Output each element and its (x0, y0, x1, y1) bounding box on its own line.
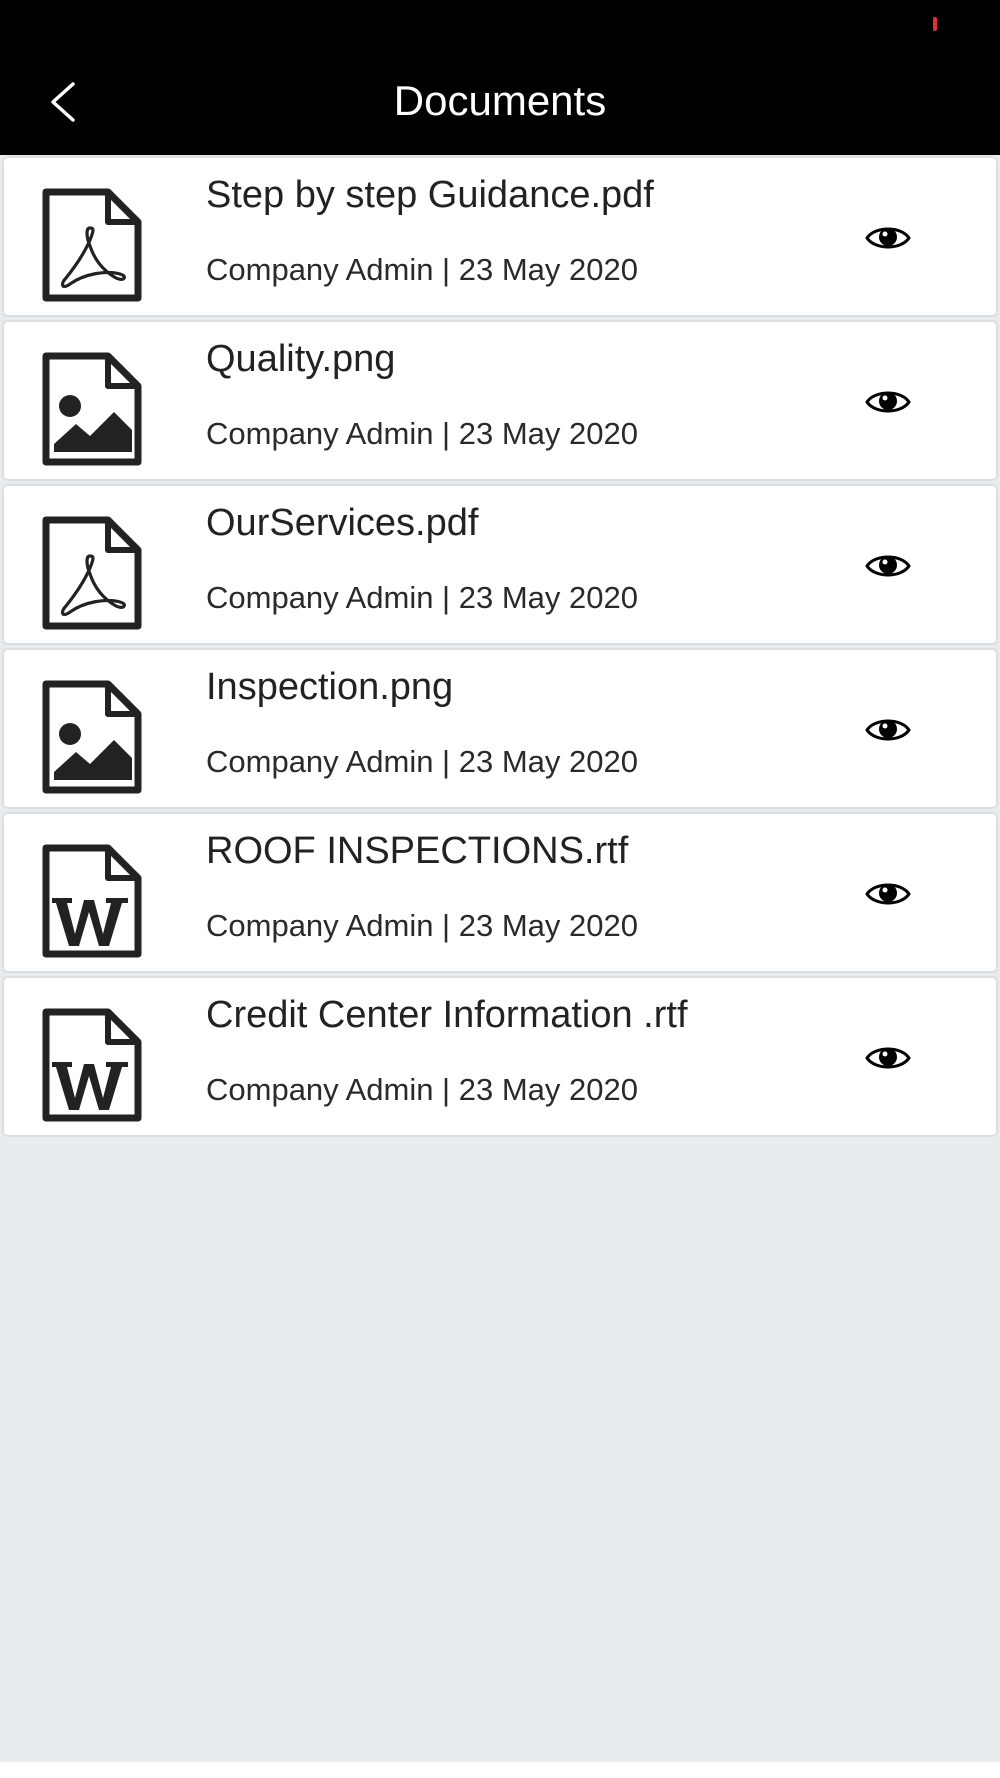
eye-icon (865, 227, 911, 249)
document-meta: Company Admin | 23 May 2020 (206, 252, 638, 287)
document-meta: Company Admin | 23 May 2020 (206, 580, 638, 615)
eye-icon (865, 391, 911, 413)
document-meta: Company Admin | 23 May 2020 (206, 1072, 638, 1107)
page-title: Documents (393, 77, 607, 124)
document-name[interactable]: Step by step Guidance.pdf (206, 170, 846, 220)
bottom-edge (0, 1762, 1000, 1778)
document-name[interactable]: Quality.png (206, 334, 846, 384)
image-file-icon (40, 678, 144, 796)
eye-icon (865, 1047, 911, 1069)
pdf-file-icon (40, 186, 144, 304)
eye-icon (865, 719, 911, 741)
status-indicator (933, 17, 937, 31)
document-row[interactable]: Credit Center Information .rtf Company A… (2, 976, 998, 1137)
eye-icon (865, 555, 911, 577)
word-file-icon (40, 1006, 144, 1124)
document-meta: Company Admin | 23 May 2020 (206, 416, 638, 451)
eye-icon (865, 883, 911, 905)
document-meta: Company Admin | 23 May 2020 (206, 744, 638, 779)
word-file-icon (40, 842, 144, 960)
document-name[interactable]: OurServices.pdf (206, 498, 846, 548)
view-document-button[interactable] (860, 374, 916, 430)
document-row[interactable]: Inspection.png Company Admin | 23 May 20… (2, 648, 998, 809)
document-name[interactable]: Credit Center Information .rtf (206, 990, 846, 1040)
view-document-button[interactable] (860, 1030, 916, 1086)
document-row[interactable]: Step by step Guidance.pdf Company Admin … (2, 156, 998, 317)
document-name[interactable]: Inspection.png (206, 662, 846, 712)
view-document-button[interactable] (860, 702, 916, 758)
header-bar: Documents (0, 0, 1000, 155)
view-document-button[interactable] (860, 210, 916, 266)
pdf-file-icon (40, 514, 144, 632)
view-document-button[interactable] (860, 538, 916, 594)
document-row[interactable]: ROOF INSPECTIONS.rtf Company Admin | 23 … (2, 812, 998, 973)
view-document-button[interactable] (860, 866, 916, 922)
document-row[interactable]: OurServices.pdf Company Admin | 23 May 2… (2, 484, 998, 645)
document-name[interactable]: ROOF INSPECTIONS.rtf (206, 826, 846, 876)
image-file-icon (40, 350, 144, 468)
document-meta: Company Admin | 23 May 2020 (206, 908, 638, 943)
document-row[interactable]: Quality.png Company Admin | 23 May 2020 (2, 320, 998, 481)
